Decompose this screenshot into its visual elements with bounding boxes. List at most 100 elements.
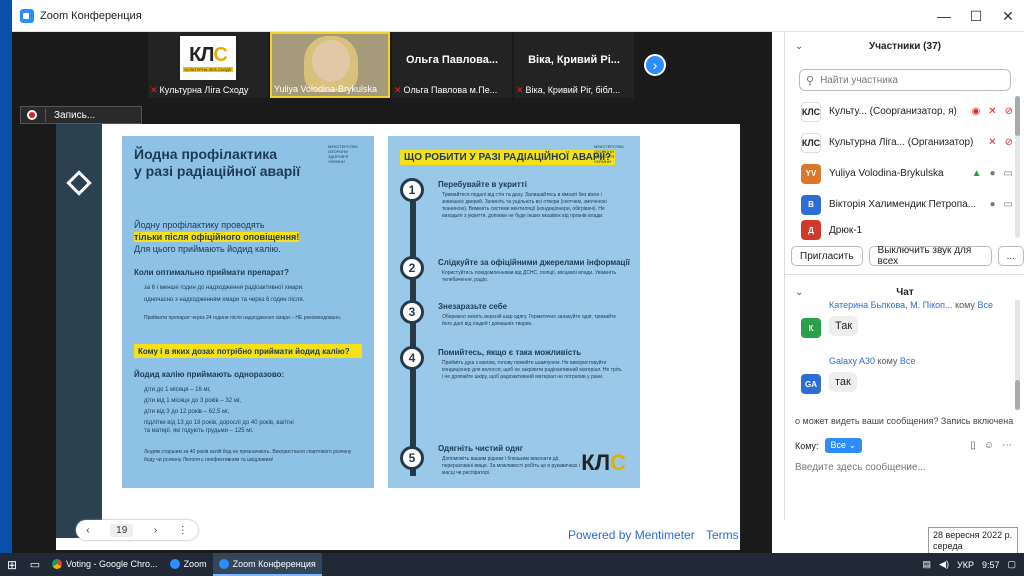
poster-bullet: одночасно з надходженням хмари та через …	[144, 297, 305, 303]
video-icon[interactable]: ▭	[1004, 168, 1013, 179]
conference-area: КЛС КУЛЬТУРНА ЛІГА СХОДУ ✕ Культурна Ліга…	[12, 32, 772, 553]
chat-messages: Катерина Бьлкова, М. Пікоп... кому Все К…	[785, 300, 1024, 410]
poster-iodine: Йодна профілактика у разі радіаційної ава…	[122, 136, 374, 488]
powered-by-link[interactable]: Powered by Mentimeter	[568, 528, 695, 542]
avatar: В	[801, 194, 821, 215]
tile-big-name: Ольга Павлова...	[405, 54, 499, 66]
participants-scrollbar[interactable]	[1015, 96, 1020, 238]
video-tile[interactable]: Ольга Павлова... ✕ Ольга Павлова м.Пе...	[392, 32, 512, 98]
taskbar-chrome[interactable]: Voting - Google Chro...	[46, 553, 164, 576]
recording-indicator[interactable]: Запись...	[20, 106, 142, 124]
video-tile[interactable]: КЛС КУЛЬТУРНА ЛІГА СХОДУ ✕ Культурна Ліга…	[148, 32, 268, 98]
participant-name: Культурна Ліга... (Организатор)	[829, 137, 974, 148]
step-number: 5	[400, 446, 424, 470]
participant-row[interactable]: YV Yuliya Volodina-Brykulska ▲ ● ▭	[785, 158, 1024, 189]
mic-muted-icon[interactable]: ✕	[988, 137, 996, 148]
participant-row[interactable]: КЛС Культу... (Соорганизатор, я) ◉ ✕ ⊘	[785, 96, 1024, 127]
minimize-icon[interactable]: —	[928, 0, 960, 32]
invite-button[interactable]: Пригласить	[791, 246, 863, 266]
zoom-icon	[169, 558, 180, 569]
language-indicator[interactable]: УКР	[957, 560, 974, 570]
slide-navigation: ‹ 19 › ⋮	[76, 520, 198, 540]
video-off-icon[interactable]: ⊘	[1005, 137, 1013, 148]
emoji-icon[interactable]: ☺	[984, 440, 994, 451]
side-panel: ⌄ Участники (37) ⚲ Найти участника КЛС К…	[784, 32, 1024, 520]
kls-logo: КЛС	[581, 450, 626, 475]
avatar: КЛС	[801, 101, 821, 122]
poster-heading: Йодид калію приймають одноразово:	[134, 370, 285, 379]
message-bubble: Так	[829, 316, 859, 336]
zoom-app-icon	[20, 8, 34, 23]
notification-icon[interactable]: ▢	[1007, 559, 1016, 570]
step-text: Обережно зніміть верхній шар одягу. Герм…	[442, 314, 617, 327]
taskbar-zoom-conference[interactable]: Zoom Конференция	[212, 553, 322, 576]
volume-icon[interactable]: ◀)	[939, 559, 949, 570]
record-icon	[27, 110, 37, 120]
video-tile[interactable]: Віка, Кривий Рі... ✕ Віка, Кривий Ріг, бі…	[514, 32, 634, 98]
next-slide-icon[interactable]: ›	[154, 525, 157, 536]
step-heading: Знезаразьте себе	[438, 302, 508, 311]
shared-screen: Йодна профілактика у разі радіаційної ава…	[56, 124, 740, 550]
participant-row[interactable]: КЛС Культурна Ліга... (Организатор) ✕ ⊘	[785, 127, 1024, 158]
step-number: 3	[400, 300, 424, 324]
windows-start-icon[interactable]: ⊞	[0, 553, 24, 576]
chevron-down-icon[interactable]: ⌄	[795, 41, 803, 52]
participant-actions: Пригласить Выключить звук для всех ...	[791, 245, 1024, 267]
tile-name: Культурна Ліга Сходу	[159, 85, 249, 95]
desktop-edge	[0, 0, 12, 553]
step-heading: Помийтесь, якщо є така можливість	[438, 348, 582, 357]
taskbar-zoom[interactable]: Zoom	[164, 553, 213, 576]
share-screen-icon: ▲	[971, 168, 982, 179]
participants-list: КЛС Культу... (Соорганизатор, я) ◉ ✕ ⊘ КЛС…	[785, 96, 1024, 240]
clock[interactable]: 9:57	[982, 560, 1000, 570]
mic-muted-icon[interactable]: ✕	[988, 106, 996, 117]
step-heading: Перебувайте в укритті	[438, 180, 527, 189]
chat-input[interactable]: Введите здесь сообщение...	[795, 462, 926, 473]
step-heading: Одягніть чистий одяг	[438, 444, 524, 453]
step-text: Допоможіть вашим рідним і близьким викон…	[442, 456, 580, 476]
network-icon[interactable]: ▤	[923, 559, 932, 570]
close-icon[interactable]: ✕	[992, 0, 1024, 32]
folder-icon[interactable]: ▭	[24, 553, 46, 576]
terms-link[interactable]: Terms	[706, 528, 739, 542]
video-icon[interactable]: ▭	[1004, 199, 1013, 210]
maximize-icon[interactable]: ☐	[960, 0, 992, 32]
chat-tools: ▯ ☺ ⋯	[970, 440, 1012, 451]
ministry-logo: МІНІСТЕРСТВО ОХОРОНИ ЗДОРОВ'Я УКРАЇНИ	[328, 144, 358, 164]
chat-scrollbar[interactable]	[1015, 300, 1020, 410]
ministry-logo: МІНІСТЕРСТВО ОХОРОНИ ЗДОРОВ'Я УКРАЇНИ	[594, 144, 624, 164]
chat-header: ⌄ Чат	[795, 286, 914, 298]
participant-row[interactable]: Д Дрюк-1	[785, 220, 1024, 240]
step-text: Користуйтесь повідомленнями від ДСНС, по…	[442, 270, 617, 283]
tile-name: Ольга Павлова м.Пе...	[403, 85, 498, 95]
mic-muted-icon: ✕	[516, 85, 524, 95]
prev-slide-icon[interactable]: ‹	[86, 525, 89, 536]
user-video-face	[312, 40, 350, 82]
participant-search-input[interactable]: ⚲ Найти участника	[799, 69, 1011, 91]
file-icon[interactable]: ▯	[970, 440, 976, 451]
recipient-select[interactable]: Все ⌄	[824, 438, 863, 453]
title-bar: Zoom Конференция — ☐ ✕	[12, 0, 1024, 32]
mic-muted-icon: ✕	[394, 85, 402, 95]
mic-icon[interactable]: ●	[990, 168, 996, 179]
message-bubble: так	[829, 372, 857, 392]
more-icon[interactable]: ⋯	[1002, 440, 1012, 451]
participant-row[interactable]: В Вікторія Халимендик Петропа... ● ▭	[785, 189, 1024, 220]
mute-all-button[interactable]: Выключить звук для всех	[868, 245, 992, 267]
tile-name: Yuliya Volodina-Brykulska	[274, 84, 378, 94]
mic-icon[interactable]: ●	[990, 199, 996, 210]
step-text: Тримайтеся подалі від стін та даху. Зали…	[442, 192, 607, 219]
video-off-icon[interactable]: ⊘	[1005, 106, 1013, 117]
poster-text-highlight: тільки після офіційного оповіщення!	[134, 232, 300, 242]
more-options-icon[interactable]: ⋮	[178, 525, 188, 536]
avatar: YV	[801, 163, 821, 184]
video-tile-active-speaker[interactable]: Yuliya Volodina-Brykulska	[270, 32, 390, 98]
mentimeter-logo-icon	[66, 170, 92, 196]
kls-logo: КЛС КУЛЬТУРНА ЛІГА СХОДУ	[180, 36, 236, 80]
poster-bullet: підлітки від 13 до 18 років, дорослі до …	[144, 420, 294, 434]
more-button[interactable]: ...	[997, 246, 1024, 266]
next-videos-button[interactable]: ›	[644, 54, 666, 76]
chevron-down-icon[interactable]: ⌄	[795, 287, 803, 298]
window-title: Zoom Конференция	[40, 9, 142, 22]
mic-muted-icon: ✕	[150, 85, 158, 95]
